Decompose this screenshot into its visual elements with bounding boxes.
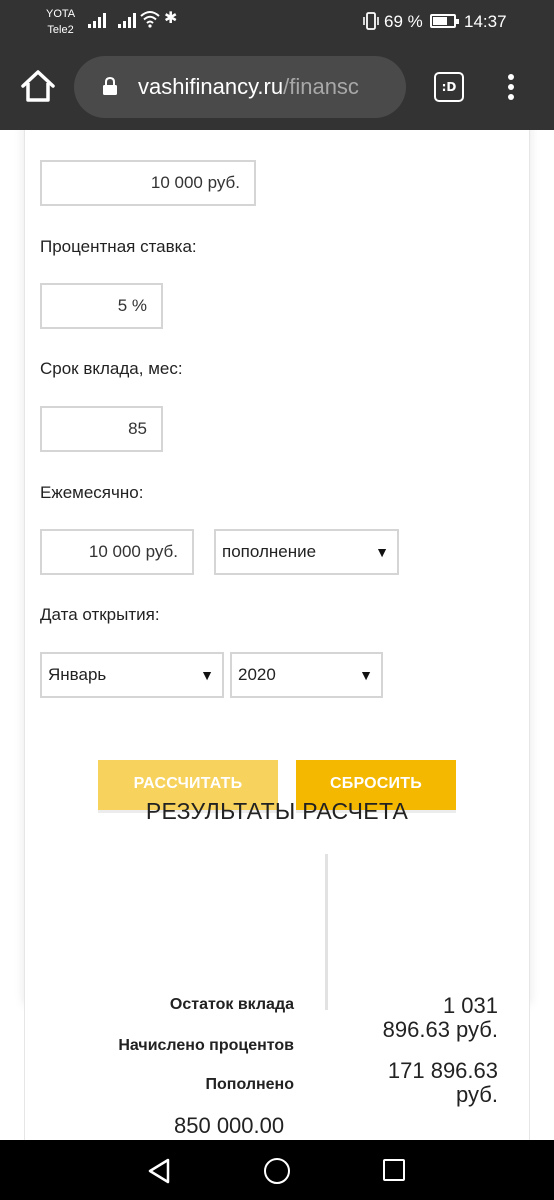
open-date-label: Дата открытия: <box>40 605 160 624</box>
interest-value: 171 896.63 руб. <box>328 1059 498 1107</box>
battery-percent: 69 % <box>384 12 423 31</box>
battery-icon <box>430 14 459 28</box>
interest-value-line2: руб. <box>456 1082 498 1107</box>
status-bar: YOTA Tele2 ✱ 69 % 14:37 <box>0 0 554 44</box>
signal-2-icon <box>118 12 136 28</box>
interest-label: Начислено процентов <box>118 1037 294 1054</box>
url-text: vashifinancy.ru/finansc <box>138 74 359 100</box>
term-label: Срок вклада, мес: <box>40 359 183 378</box>
month-select[interactable]: Январь ▼ <box>40 652 224 698</box>
replenished-value: 850 000.00 <box>174 1113 285 1138</box>
address-bar[interactable]: vashifinancy.ru/finansc <box>74 56 406 118</box>
signal-1-icon <box>88 12 106 28</box>
monthly-type-select[interactable]: пополнение ▼ <box>214 529 399 575</box>
wifi-icon <box>140 11 160 28</box>
home-icon[interactable] <box>18 66 58 106</box>
term-input[interactable]: 85 <box>40 406 163 452</box>
browser-toolbar: vashifinancy.ru/finansc :D <box>0 44 554 130</box>
phone-screen: YOTA Tele2 ✱ 69 % 14:37 vashifinancy.ru/… <box>0 0 554 1200</box>
battery-fill <box>433 17 447 25</box>
back-icon[interactable] <box>146 1158 172 1184</box>
monthly-amount-input[interactable]: 10 000 руб. <box>40 529 194 575</box>
system-nav-bar <box>0 1140 554 1200</box>
home-circle-icon[interactable] <box>264 1158 290 1184</box>
deposit-amount-input[interactable]: 10 000 руб. <box>40 160 256 206</box>
caret-down-icon: ▼ <box>375 544 389 560</box>
year-select[interactable]: 2020 ▼ <box>230 652 383 698</box>
url-path: /finansc <box>283 74 359 99</box>
monthly-label: Ежемесячно: <box>40 483 144 502</box>
rate-label: Процентная ставка: <box>40 237 197 256</box>
carrier-1: YOTA <box>46 8 76 20</box>
url-host: vashifinancy.ru <box>138 74 284 99</box>
rate-input[interactable]: 5 % <box>40 283 163 329</box>
clock: 14:37 <box>464 12 507 31</box>
lock-icon <box>103 76 117 95</box>
bluetooth-icon: ✱ <box>164 10 178 27</box>
results-title: РЕЗУЛЬТАТЫ РАСЧЕТА <box>145 798 409 824</box>
menu-dots-icon[interactable] <box>502 72 520 102</box>
recents-square-icon[interactable] <box>383 1159 405 1181</box>
vibrate-icon <box>363 12 379 30</box>
caret-down-icon: ▼ <box>359 667 373 683</box>
balance-value-line2: 896.63 руб. <box>382 1017 498 1042</box>
page-content: 10 000 руб. Процентная ставка: 5 % Срок … <box>0 130 554 1140</box>
balance-value-line1: 1 031 <box>442 993 498 1018</box>
monthly-type-value: пополнение <box>222 542 317 561</box>
month-value: Январь <box>48 665 107 684</box>
balance-label: Остаток вклада <box>169 996 294 1013</box>
year-value: 2020 <box>238 665 276 684</box>
balance-value: 1 031 896.63 руб. <box>328 994 498 1042</box>
interest-value-line1: 171 896.63 <box>387 1058 498 1083</box>
tab-switcher-button[interactable]: :D <box>434 72 464 102</box>
results-divider <box>325 854 328 1010</box>
replenished-label: Пополнено <box>205 1076 294 1093</box>
carrier-2: Tele2 <box>47 24 74 36</box>
caret-down-icon: ▼ <box>200 667 214 683</box>
carrier-names: YOTA Tele2 <box>46 6 75 38</box>
